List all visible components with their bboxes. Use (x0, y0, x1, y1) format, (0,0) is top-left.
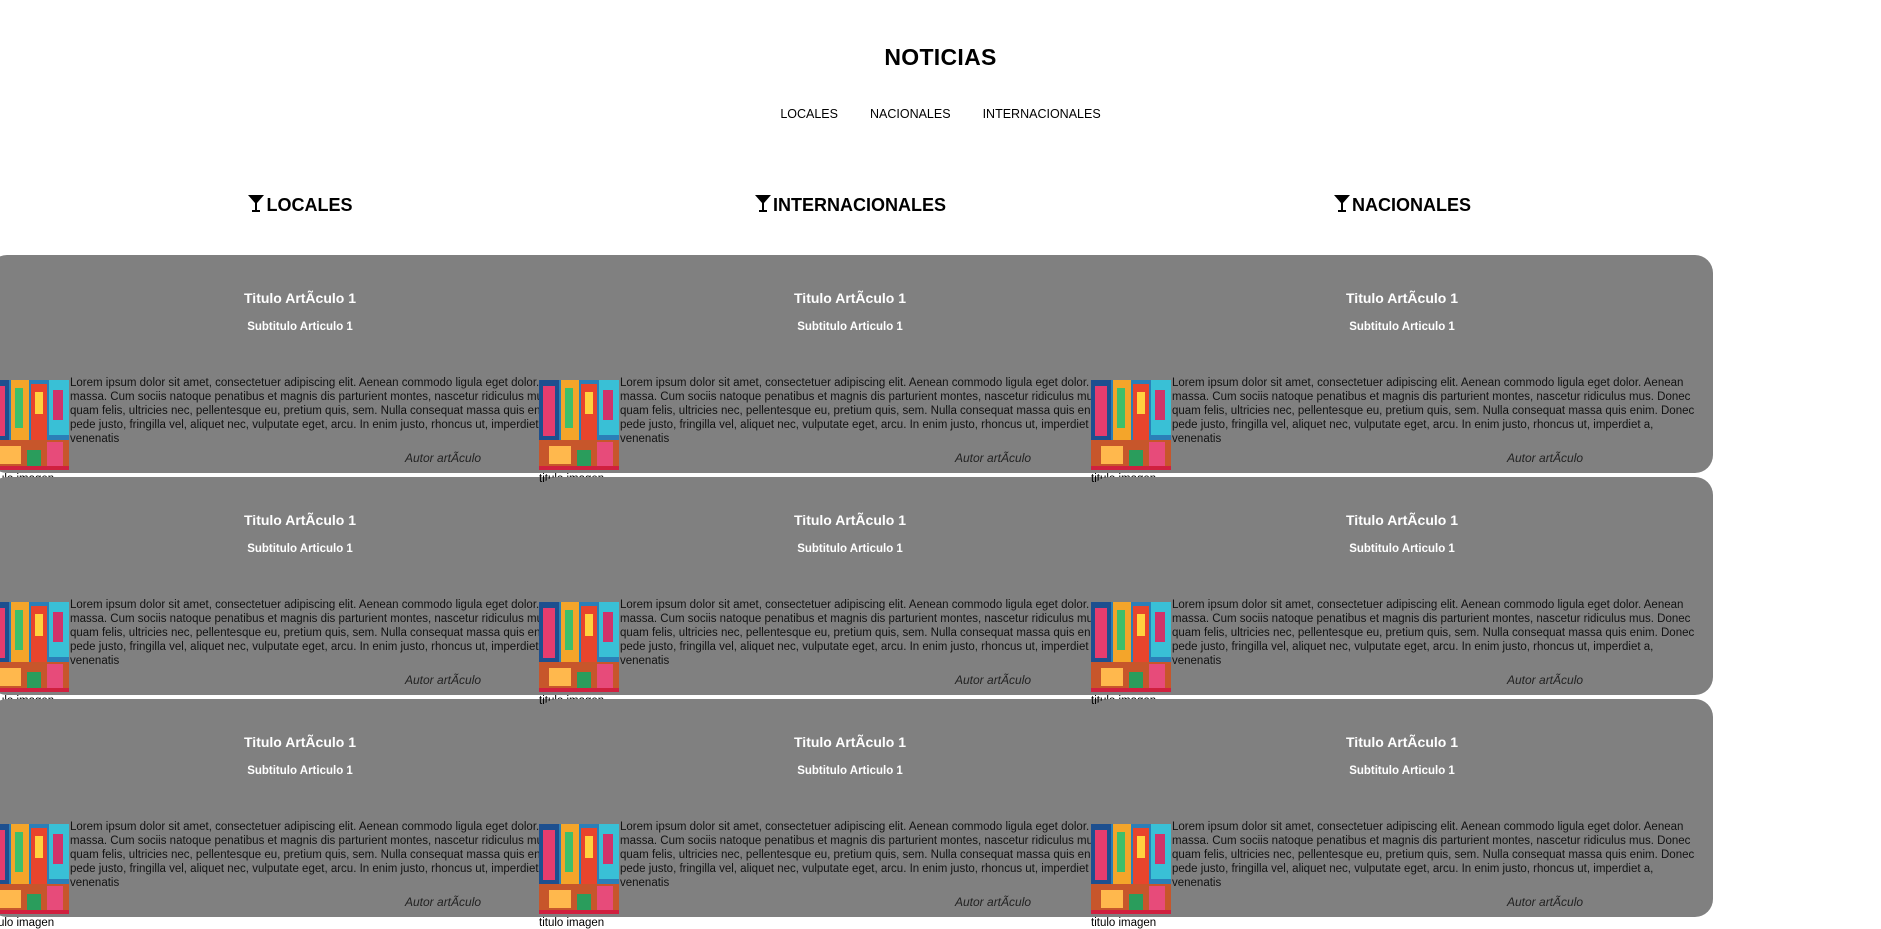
article-card[interactable]: Titulo ArtÃculo 1 Subtitulo Articulo 1 Lor… (0, 255, 611, 473)
column-heading-label: NACIONALES (1351, 195, 1471, 215)
article-author: Autor artÃculo (955, 895, 1032, 909)
article-subtitle: Subtitulo Articulo 1 (247, 543, 353, 555)
article-card[interactable]: Titulo ArtÃculo 1 Subtitulo Articulo 1 Lor… (539, 477, 1161, 695)
article-image (0, 602, 69, 692)
article-card[interactable]: Titulo ArtÃculo 1 Subtitulo Articulo 1 Lor… (1091, 255, 1713, 473)
column-heading: NACIONALES (1091, 193, 1713, 218)
article-card[interactable]: Titulo ArtÃculo 1 Subtitulo Articulo 1 Lor… (539, 255, 1161, 473)
article-author: Autor artÃculo (405, 895, 482, 909)
article-author: Autor artÃculo (1507, 895, 1584, 909)
article-author: Autor artÃculo (1507, 673, 1584, 687)
article-body: Lorem ipsum dolor sit amet, consectetuer… (1172, 377, 1695, 445)
article-title[interactable]: Titulo ArtÃculo 1 (539, 512, 1161, 528)
article-card[interactable]: Titulo ArtÃculo 1 Subtitulo Articulo 1 Lor… (1091, 699, 1713, 917)
article-body: Lorem ipsum dolor sit amet, consectetuer… (620, 377, 1143, 445)
article-title[interactable]: Titulo ArtÃculo 1 (0, 290, 611, 306)
article-subtitle: Subtitulo Articulo 1 (797, 765, 903, 777)
cocktail-filter-icon (1333, 193, 1352, 218)
article-author: Autor artÃculo (955, 673, 1032, 687)
column-heading: INTERNACIONALES (539, 193, 1161, 218)
image-caption: titulo imagen (539, 917, 605, 929)
article-body: Lorem ipsum dolor sit amet, consectetuer… (70, 377, 593, 445)
article-subtitle: Subtitulo Articulo 1 (247, 321, 353, 333)
cocktail-filter-icon (754, 193, 773, 218)
news-column-locales: LOCALES Titulo ArtÃculo 1 Subtitulo Artic… (0, 0, 611, 929)
article-title[interactable]: Titulo ArtÃculo 1 (1091, 512, 1713, 528)
article-image (1091, 824, 1171, 914)
article-author: Autor artÃculo (955, 451, 1032, 465)
article-image (539, 602, 619, 692)
article-subtitle: Subtitulo Articulo 1 (1349, 765, 1455, 777)
article-body: Lorem ipsum dolor sit amet, consectetuer… (70, 821, 593, 889)
article-author: Autor artÃculo (405, 451, 482, 465)
article-body: Lorem ipsum dolor sit amet, consectetuer… (70, 599, 593, 667)
article-card[interactable]: Titulo ArtÃculo 1 Subtitulo Articulo 1 Lor… (0, 477, 611, 695)
article-author: Autor artÃculo (405, 673, 482, 687)
article-card[interactable]: Titulo ArtÃculo 1 Subtitulo Articulo 1 Lor… (539, 699, 1161, 917)
article-subtitle: Subtitulo Articulo 1 (1349, 321, 1455, 333)
article-title[interactable]: Titulo ArtÃculo 1 (539, 290, 1161, 306)
article-body: Lorem ipsum dolor sit amet, consectetuer… (620, 599, 1143, 667)
article-image (539, 380, 619, 470)
article-body: Lorem ipsum dolor sit amet, consectetuer… (620, 821, 1143, 889)
article-title[interactable]: Titulo ArtÃculo 1 (1091, 734, 1713, 750)
article-body: Lorem ipsum dolor sit amet, consectetuer… (1172, 599, 1695, 667)
article-body: Lorem ipsum dolor sit amet, consectetuer… (1172, 821, 1695, 889)
column-heading-label: INTERNACIONALES (772, 195, 946, 215)
article-subtitle: Subtitulo Articulo 1 (1349, 543, 1455, 555)
news-column-nacionales: NACIONALES Titulo ArtÃculo 1 Subtitulo Ar… (1091, 0, 1713, 929)
article-title[interactable]: Titulo ArtÃculo 1 (0, 512, 611, 528)
article-title[interactable]: Titulo ArtÃculo 1 (0, 734, 611, 750)
article-image (0, 824, 69, 914)
article-title[interactable]: Titulo ArtÃculo 1 (1091, 290, 1713, 306)
image-caption: titulo imagen (0, 917, 55, 929)
article-image (539, 824, 619, 914)
article-card[interactable]: Titulo ArtÃculo 1 Subtitulo Articulo 1 Lor… (0, 699, 611, 917)
column-heading: LOCALES (0, 193, 611, 218)
article-author: Autor artÃculo (1507, 451, 1584, 465)
image-caption: titulo imagen (1091, 917, 1157, 929)
article-card[interactable]: Titulo ArtÃculo 1 Subtitulo Articulo 1 Lor… (1091, 477, 1713, 695)
article-title[interactable]: Titulo ArtÃculo 1 (539, 734, 1161, 750)
article-image (0, 380, 69, 470)
news-column-internacionales: INTERNACIONALES Titulo ArtÃculo 1 Subtitu… (539, 0, 1161, 929)
cocktail-filter-icon (247, 193, 266, 218)
article-subtitle: Subtitulo Articulo 1 (797, 321, 903, 333)
article-image (1091, 602, 1171, 692)
article-subtitle: Subtitulo Articulo 1 (797, 543, 903, 555)
article-image (1091, 380, 1171, 470)
column-heading-label: LOCALES (266, 195, 353, 215)
article-subtitle: Subtitulo Articulo 1 (247, 765, 353, 777)
